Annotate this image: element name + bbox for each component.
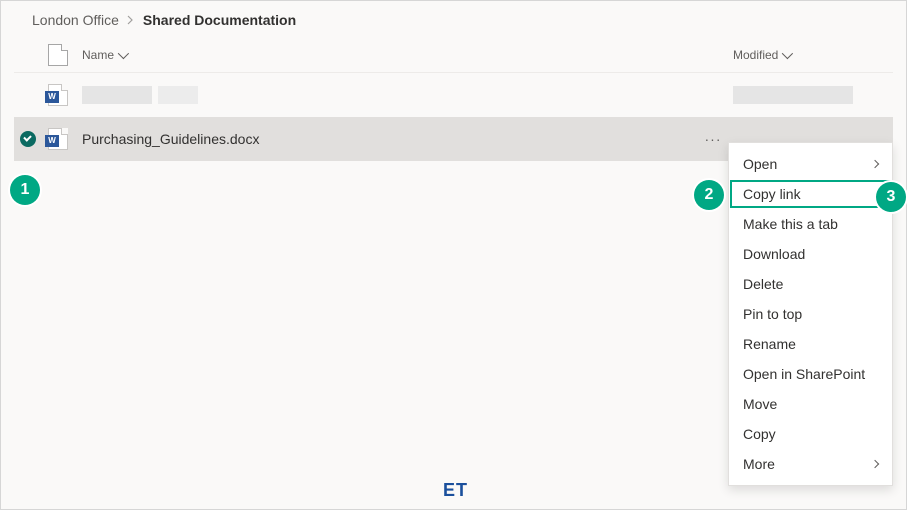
- redacted-modified: [733, 86, 853, 104]
- menu-label: Open: [743, 156, 777, 172]
- menu-label: Rename: [743, 336, 796, 352]
- redacted-name: [82, 86, 152, 104]
- column-header-modified[interactable]: Modified: [733, 48, 893, 62]
- menu-label: Move: [743, 396, 777, 412]
- menu-label: Delete: [743, 276, 783, 292]
- more-actions-button[interactable]: ···: [702, 131, 724, 147]
- watermark: ET: [443, 480, 468, 501]
- breadcrumb: London Office Shared Documentation: [0, 0, 907, 38]
- menu-item-more[interactable]: More: [729, 449, 892, 479]
- menu-item-open-sharepoint[interactable]: Open in SharePoint: [729, 359, 892, 389]
- chevron-right-icon: [871, 460, 879, 468]
- selected-check-icon[interactable]: [20, 131, 36, 147]
- redacted-name: [158, 86, 198, 104]
- annotation-step-2: 2: [694, 180, 724, 210]
- file-row[interactable]: W: [14, 73, 893, 117]
- chevron-right-icon: [871, 160, 879, 168]
- chevron-right-icon: [127, 12, 135, 28]
- menu-label: Download: [743, 246, 805, 262]
- column-name-label: Name: [82, 48, 114, 62]
- chevron-down-icon: [782, 48, 793, 59]
- menu-label: Copy: [743, 426, 776, 442]
- menu-label: Copy link: [743, 186, 801, 202]
- context-menu: Open Copy link Make this a tab Download …: [728, 142, 893, 486]
- menu-label: Make this a tab: [743, 216, 838, 232]
- file-type-header-icon[interactable]: [42, 44, 74, 66]
- menu-label: Pin to top: [743, 306, 802, 322]
- annotation-step-1: 1: [10, 175, 40, 205]
- list-header: Name Modified: [14, 38, 893, 73]
- chevron-down-icon: [118, 48, 129, 59]
- menu-item-copy[interactable]: Copy: [729, 419, 892, 449]
- menu-item-delete[interactable]: Delete: [729, 269, 892, 299]
- menu-label: More: [743, 456, 775, 472]
- breadcrumb-current[interactable]: Shared Documentation: [143, 12, 296, 28]
- column-modified-label: Modified: [733, 48, 778, 62]
- menu-item-make-tab[interactable]: Make this a tab: [729, 209, 892, 239]
- menu-item-copy-link[interactable]: Copy link: [729, 179, 892, 209]
- menu-item-download[interactable]: Download: [729, 239, 892, 269]
- breadcrumb-root[interactable]: London Office: [32, 12, 119, 28]
- menu-item-move[interactable]: Move: [729, 389, 892, 419]
- word-file-icon: W: [48, 84, 68, 106]
- menu-item-rename[interactable]: Rename: [729, 329, 892, 359]
- column-header-name[interactable]: Name: [74, 48, 733, 62]
- menu-label: Open in SharePoint: [743, 366, 865, 382]
- file-name: Purchasing_Guidelines.docx: [82, 131, 259, 147]
- annotation-step-3: 3: [876, 182, 906, 212]
- menu-item-pin[interactable]: Pin to top: [729, 299, 892, 329]
- word-file-icon: W: [48, 128, 68, 150]
- menu-item-open[interactable]: Open: [729, 149, 892, 179]
